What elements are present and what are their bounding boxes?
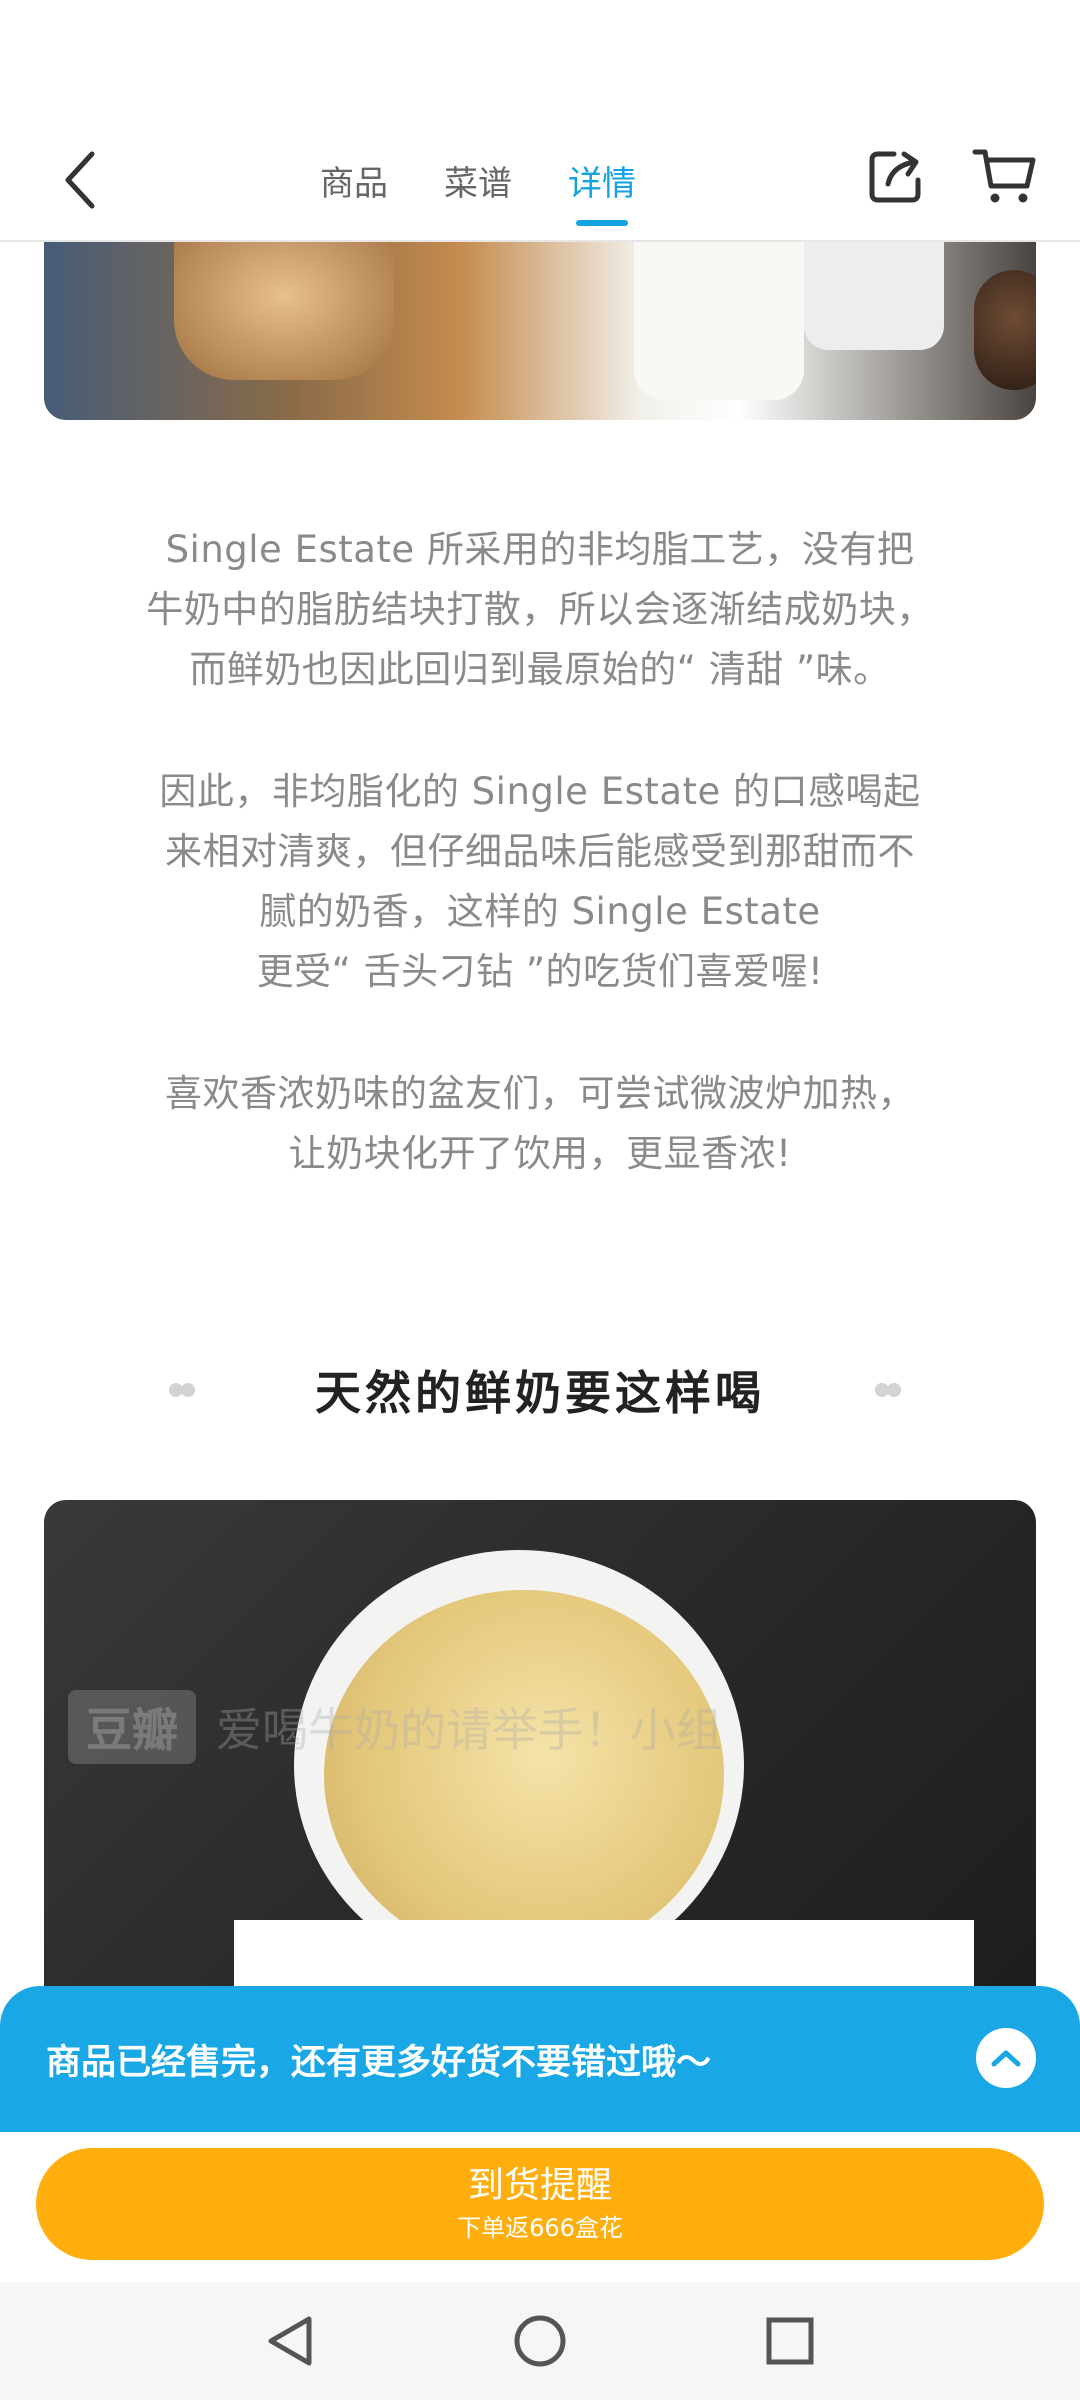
triangle-back-icon xyxy=(268,2316,312,2366)
restock-reminder-label: 到货提醒 xyxy=(467,2165,612,2206)
paragraph-line: 喜欢香浓奶味的盆友们，可尝试微波炉加热， xyxy=(165,1072,915,1115)
paragraph-line: 牛奶中的脂肪结块打散，所以会逐渐结成奶块， xyxy=(146,588,934,631)
description-paragraph-2: 因此，非均脂化的 Single Estate 的口感喝起 来相对清爽，但仔细品味… xyxy=(90,762,990,1002)
photo-cream-top xyxy=(324,1590,724,1960)
photo-pinecone xyxy=(974,270,1036,390)
paragraph-line: 更受“ 舌头刁钻 ”的吃货们喜爱喔! xyxy=(256,950,824,993)
breakfast-photo xyxy=(44,240,1036,420)
sold-out-message: 商品已经售完，还有更多好货不要错过哦～ xyxy=(46,2042,712,2083)
product-detail-screen: 商品 菜谱 详情 Single Estate 所采用的非均脂工艺，没有把 牛奶中… xyxy=(0,0,1080,2400)
paragraph-line: Single Estate 所采用的非均脂工艺，没有把 xyxy=(165,528,915,571)
watermark-badge: 豆瓣 xyxy=(68,1690,196,1764)
paragraph-line: 让奶块化开了饮用，更显香浓! xyxy=(288,1132,792,1175)
system-navigation-bar xyxy=(0,2282,1080,2400)
section-heading: 天然的鲜奶要这样喝 xyxy=(0,1350,1080,1430)
decor-dots-left xyxy=(169,1383,205,1397)
system-home-button[interactable] xyxy=(510,2311,570,2371)
share-button[interactable] xyxy=(860,140,932,212)
tab-bar: 商品 菜谱 详情 xyxy=(320,120,636,240)
top-navigation-bar: 商品 菜谱 详情 xyxy=(0,120,1080,242)
tab-recipes-label: 菜谱 xyxy=(444,163,512,204)
description-paragraph-3: 喜欢香浓奶味的盆友们，可尝试微波炉加热， 让奶块化开了饮用，更显香浓! xyxy=(90,1064,990,1184)
tab-products-label: 商品 xyxy=(320,163,388,204)
cart-button[interactable] xyxy=(968,140,1040,212)
tab-details[interactable]: 详情 xyxy=(568,120,636,240)
top-actions xyxy=(860,140,1040,212)
photo-milk-bottle xyxy=(804,240,944,350)
tab-recipes[interactable]: 菜谱 xyxy=(444,120,512,240)
photo-milk-glass xyxy=(634,240,804,400)
chevron-left-icon xyxy=(65,151,95,209)
system-recents-button[interactable] xyxy=(760,2311,820,2371)
back-button[interactable] xyxy=(40,140,120,220)
paragraph-line: 腻的奶香，这样的 Single Estate xyxy=(259,890,821,933)
circle-home-icon xyxy=(514,2315,566,2367)
system-back-button[interactable] xyxy=(260,2311,320,2371)
restock-reminder-subtitle: 下单返666盒花 xyxy=(457,2214,623,2242)
sold-out-banner: 商品已经售完，还有更多好货不要错过哦～ xyxy=(0,1986,1080,2132)
square-recents-icon xyxy=(766,2317,814,2365)
paragraph-line: 因此，非均脂化的 Single Estate 的口感喝起 xyxy=(159,770,921,813)
section-title: 天然的鲜奶要这样喝 xyxy=(315,1366,765,1420)
restock-reminder-button[interactable]: 到货提醒 下单返666盒花 xyxy=(36,2148,1044,2260)
photo-bread xyxy=(174,240,394,380)
cart-icon xyxy=(972,149,1036,203)
description-paragraph-1: Single Estate 所采用的非均脂工艺，没有把 牛奶中的脂肪结块打散，所… xyxy=(90,520,990,700)
milk-cup-photo: 豆瓣 爱喝牛奶的请举手！小组 xyxy=(44,1500,1036,2020)
paragraph-line: 而鲜奶也因此回归到最原始的“ 清甜 ”味。 xyxy=(189,648,891,691)
collapse-banner-button[interactable] xyxy=(976,2028,1036,2088)
paragraph-line: 来相对清爽，但仔细品味后能感受到那甜而不 xyxy=(165,830,915,873)
detail-content: Single Estate 所采用的非均脂工艺，没有把 牛奶中的脂肪结块打散，所… xyxy=(0,240,1080,2280)
share-icon xyxy=(869,151,921,203)
bottom-action-area: 到货提醒 下单返666盒花 xyxy=(0,2132,1080,2282)
decor-dots-right xyxy=(875,1383,911,1397)
active-tab-indicator xyxy=(576,220,628,226)
chevron-up-icon xyxy=(991,2050,1021,2067)
tab-products[interactable]: 商品 xyxy=(320,120,388,240)
status-bar-area xyxy=(0,0,1080,120)
tab-details-label: 详情 xyxy=(568,163,636,204)
